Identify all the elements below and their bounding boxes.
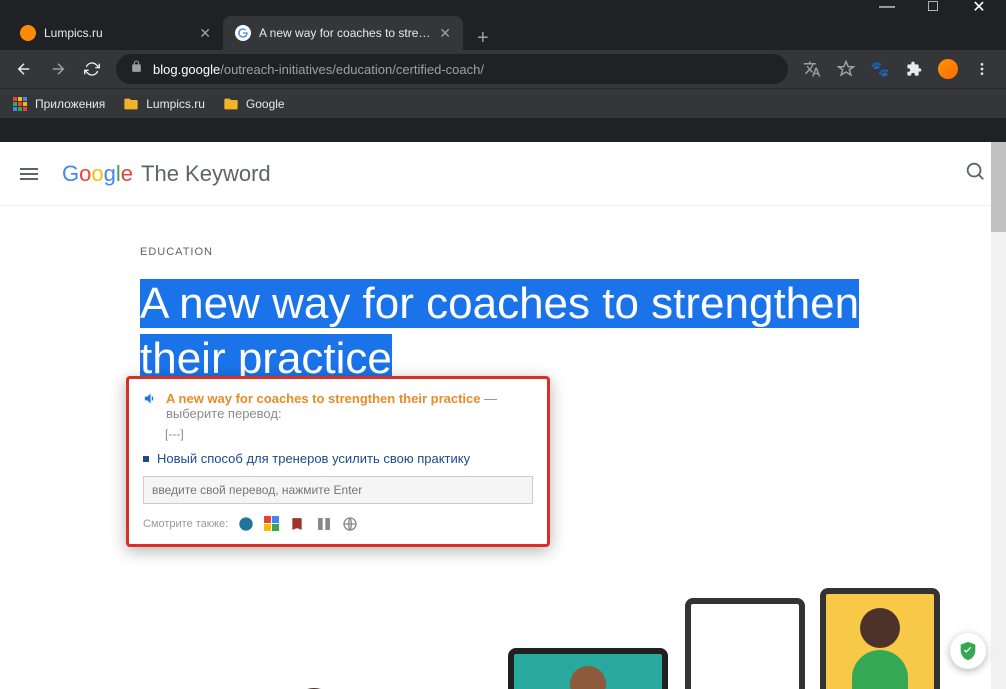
globe-icon[interactable] [342, 516, 358, 532]
profile-icon[interactable] [932, 53, 964, 85]
seealso-row: Смотрите также: [143, 516, 533, 532]
search-icon[interactable] [964, 160, 986, 187]
dictionary-icon[interactable] [316, 516, 332, 532]
translate-icon[interactable] [796, 53, 828, 85]
bookmark-apps[interactable]: Приложения [12, 96, 105, 112]
site-title: The Keyword [141, 161, 271, 187]
site-header: Google The Keyword [0, 142, 1006, 206]
source-text: A new way for coaches to strengthen thei… [166, 391, 533, 421]
toolbar: blog.google/outreach-initiatives/educati… [0, 50, 1006, 88]
adblock-badge-icon[interactable] [950, 633, 986, 669]
bookmark-label: Приложения [35, 97, 105, 111]
lock-icon [130, 60, 143, 78]
folder-icon [123, 96, 139, 112]
article-title: A new way for coaches to strengthen thei… [140, 276, 860, 386]
apps-icon [12, 96, 28, 112]
illustration [0, 648, 1006, 689]
titlebar: — □ ✕ [0, 0, 1006, 14]
bullet-icon [143, 456, 149, 462]
tab-close-icon[interactable]: ✕ [439, 25, 451, 42]
bookmark-label: Lumpics.ru [146, 97, 205, 111]
bookmark-label: Google [246, 97, 285, 111]
google-icon[interactable] [264, 516, 280, 532]
scrollbar-thumb[interactable] [991, 142, 1006, 232]
back-button[interactable] [8, 53, 40, 85]
seealso-label: Смотрите также: [143, 518, 228, 530]
url-text: blog.google/outreach-initiatives/educati… [153, 62, 484, 77]
tab-lumpics[interactable]: Lumpics.ru ✕ [8, 16, 223, 50]
tab-article[interactable]: A new way for coaches to strengt ✕ [223, 16, 463, 50]
translation-text: Новый способ для тренеров усилить свою п… [157, 451, 470, 466]
tab-title: Lumpics.ru [44, 26, 191, 40]
bookmark-lumpics[interactable]: Lumpics.ru [123, 96, 205, 112]
device-graphic [685, 598, 805, 689]
close-button[interactable]: ✕ [956, 0, 1002, 22]
hamburger-icon[interactable] [20, 165, 44, 183]
tabstrip: Lumpics.ru ✕ A new way for coaches to st… [0, 14, 1006, 50]
favicon-icon [20, 25, 36, 41]
device-graphic [508, 648, 668, 689]
google-logo: Google [62, 161, 133, 187]
bookmark-google[interactable]: Google [223, 96, 285, 112]
menu-icon[interactable] [966, 53, 998, 85]
new-tab-button[interactable]: + [463, 27, 503, 50]
browser-chrome: — □ ✕ Lumpics.ru ✕ A new way for coaches… [0, 0, 1006, 142]
star-icon[interactable] [830, 53, 862, 85]
placeholder-dots: [---] [165, 427, 533, 441]
reload-button[interactable] [76, 53, 108, 85]
forward-button[interactable] [42, 53, 74, 85]
address-bar[interactable]: blog.google/outreach-initiatives/educati… [116, 54, 788, 84]
article-content: EDUCATION A new way for coaches to stren… [0, 206, 1006, 386]
tab-title: A new way for coaches to strengt [259, 26, 431, 40]
favicon-icon [235, 25, 251, 41]
bookmarks-bar: Приложения Lumpics.ru Google [0, 88, 1006, 118]
speaker-icon[interactable] [143, 391, 158, 411]
paw-icon[interactable]: 🐾 [864, 53, 896, 85]
extensions-icon[interactable] [898, 53, 930, 85]
minimize-button[interactable]: — [864, 0, 910, 22]
book-icon[interactable] [290, 516, 306, 532]
scrollbar[interactable] [991, 142, 1006, 689]
translation-row[interactable]: Новый способ для тренеров усилить свою п… [143, 451, 533, 466]
device-graphic [820, 588, 940, 689]
tab-close-icon[interactable]: ✕ [199, 25, 211, 42]
translate-popup: A new way for coaches to strengthen thei… [126, 376, 550, 547]
folder-icon [223, 96, 239, 112]
translation-input[interactable] [143, 476, 533, 504]
site-logo[interactable]: Google The Keyword [62, 161, 271, 187]
maximize-button[interactable]: □ [910, 0, 956, 22]
wordpress-icon[interactable] [238, 516, 254, 532]
article-category: EDUCATION [140, 246, 1006, 258]
